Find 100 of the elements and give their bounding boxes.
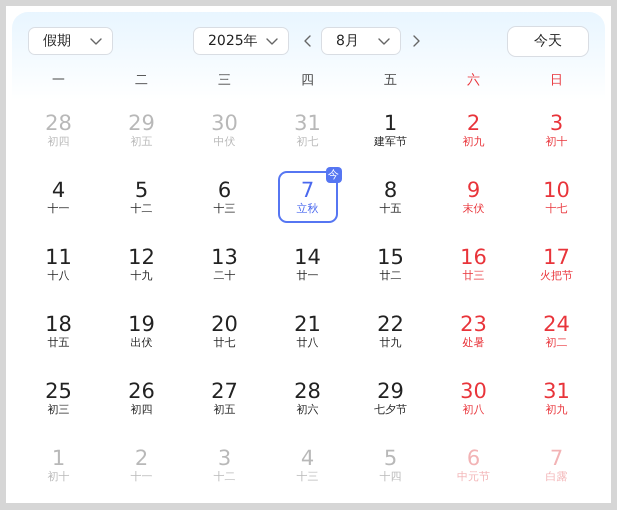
day-cell[interactable]: 9 末伏: [444, 170, 504, 222]
day-cell[interactable]: 21 廿八: [278, 304, 338, 356]
day-number: 23: [460, 312, 487, 336]
day-number: 8: [384, 178, 398, 202]
lunar-date: 初九: [546, 402, 568, 416]
day-number: 5: [134, 178, 148, 202]
lunar-date: 初八: [462, 402, 484, 416]
lunar-date: 初二: [546, 336, 568, 350]
day-number: 17: [543, 244, 570, 268]
lunar-date: 廿三: [462, 268, 484, 282]
day-cell[interactable]: 6 十三: [194, 170, 254, 222]
lunar-date: 廿九: [380, 336, 402, 350]
day-number: 18: [45, 312, 72, 336]
day-number: 11: [45, 244, 72, 268]
day-number: 27: [211, 378, 238, 402]
lunar-date: 中伏: [214, 134, 236, 148]
day-cell[interactable]: 17 火把节: [526, 238, 586, 290]
lunar-date: 初十: [48, 470, 70, 484]
day-number: 13: [211, 244, 238, 268]
day-cell[interactable]: 22 廿九: [360, 304, 420, 356]
lunar-date: 初十: [546, 134, 568, 148]
lunar-date: 十三: [296, 470, 318, 484]
day-number: 4: [52, 178, 66, 202]
weekday-label: 四: [301, 72, 314, 90]
lunar-date: 十七: [546, 202, 568, 216]
day-number: 30: [211, 110, 238, 134]
day-number: 6: [466, 446, 480, 470]
day-number: 4: [300, 446, 314, 470]
lunar-date: 十八: [48, 268, 70, 282]
lunar-date: 初三: [48, 402, 70, 416]
lunar-date: 十四: [380, 470, 402, 484]
day-cell[interactable]: 20 廿七: [194, 304, 254, 356]
day-number: 24: [543, 312, 570, 336]
day-number: 28: [294, 378, 321, 402]
lunar-date: 白露: [546, 470, 568, 484]
day-number: 16: [460, 244, 487, 268]
day-cell[interactable]: 28 初六: [278, 372, 338, 424]
day-number: 5: [384, 446, 398, 470]
lunar-date: 七夕节: [374, 402, 407, 416]
lunar-date: 初七: [296, 134, 318, 148]
day-number: 31: [294, 110, 321, 134]
lunar-date: 处暑: [462, 336, 484, 350]
day-cell[interactable]: 3 初十: [526, 104, 586, 156]
day-number: 14: [294, 244, 321, 268]
day-number: 3: [550, 110, 564, 134]
lunar-date: 十九: [130, 268, 152, 282]
day-cell[interactable]: 24 初二: [526, 304, 586, 356]
day-number: 21: [294, 312, 321, 336]
day-number: 7: [550, 446, 564, 470]
weekday-label: 一: [52, 72, 65, 90]
day-cell[interactable]: 2 初九: [444, 104, 504, 156]
day-cell[interactable]: 19 出伏: [112, 304, 172, 356]
day-number: 9: [466, 178, 480, 202]
day-number: 29: [377, 378, 404, 402]
lunar-date: 十二: [130, 202, 152, 216]
day-number: 2: [134, 446, 148, 470]
day-number: 28: [45, 110, 72, 134]
lunar-date: 建军节: [374, 134, 407, 148]
lunar-date: 十一: [130, 470, 152, 484]
day-cell[interactable]: 27 初五: [194, 372, 254, 424]
day-cell[interactable]: 10 十七: [526, 170, 586, 222]
weekday-label: 二: [135, 72, 148, 90]
day-cell[interactable]: 11 十八: [28, 238, 88, 290]
lunar-date: 初四: [48, 134, 70, 148]
day-cell[interactable]: 25 初三: [28, 372, 88, 424]
lunar-date: 廿二: [380, 268, 402, 282]
year-select[interactable]: 2025年: [193, 27, 289, 55]
weekday-label: 五: [384, 72, 397, 90]
holiday-select[interactable]: 假期: [28, 27, 113, 55]
day-number: 30: [460, 378, 487, 402]
day-number: 22: [377, 312, 404, 336]
day-cell[interactable]: 5 十二: [112, 170, 172, 222]
day-cell[interactable]: 1 建军节: [360, 104, 420, 156]
day-number: 1: [52, 446, 66, 470]
day-cell[interactable]: 16 廿三: [444, 238, 504, 290]
lunar-date: 初四: [130, 402, 152, 416]
day-cell[interactable]: 31 初九: [526, 372, 586, 424]
today-badge: 今: [326, 166, 342, 182]
day-cell[interactable]: 18 廿五: [28, 304, 88, 356]
lunar-date: 廿八: [296, 336, 318, 350]
day-cell[interactable]: 30 初八: [444, 372, 504, 424]
day-cell[interactable]: 12 十九: [112, 238, 172, 290]
today-button[interactable]: 今天: [507, 26, 589, 56]
weekday-label: 日: [550, 72, 563, 90]
day-cell[interactable]: 29 七夕节: [360, 372, 420, 424]
day-cell[interactable]: 23 处暑: [444, 304, 504, 356]
day-number: 31: [543, 378, 570, 402]
lunar-date: 初九: [462, 134, 484, 148]
day-number: 19: [128, 312, 155, 336]
day-cell[interactable]: 4 十一: [28, 170, 88, 222]
weekday-label: 三: [218, 72, 231, 90]
lunar-date: 十一: [48, 202, 70, 216]
day-cell[interactable]: 13 二十: [194, 238, 254, 290]
day-cell[interactable]: 8 十五: [360, 170, 420, 222]
month-select[interactable]: 8月: [321, 27, 401, 55]
lunar-date: 出伏: [130, 336, 152, 350]
day-cell[interactable]: 14 廿一: [278, 238, 338, 290]
day-cell[interactable]: 15 廿二: [360, 238, 420, 290]
lunar-date: 初五: [214, 402, 236, 416]
day-cell[interactable]: 26 初四: [112, 372, 172, 424]
